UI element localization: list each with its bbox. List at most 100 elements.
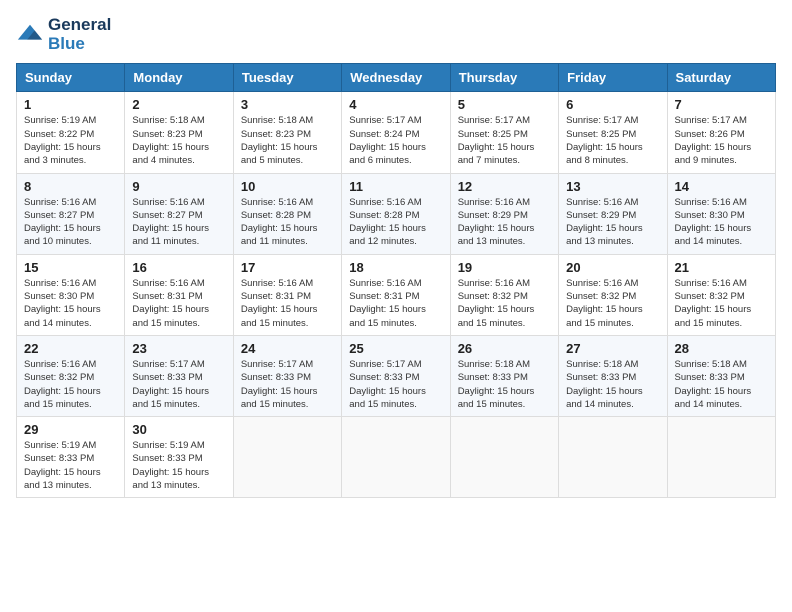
calendar-cell: 8 Sunrise: 5:16 AM Sunset: 8:27 PM Dayli… xyxy=(17,173,125,254)
day-number: 27 xyxy=(566,341,659,356)
calendar-cell xyxy=(559,417,667,498)
day-info: Sunrise: 5:16 AM Sunset: 8:32 PM Dayligh… xyxy=(675,277,768,330)
calendar-cell: 6 Sunrise: 5:17 AM Sunset: 8:25 PM Dayli… xyxy=(559,92,667,173)
calendar-cell: 5 Sunrise: 5:17 AM Sunset: 8:25 PM Dayli… xyxy=(450,92,558,173)
day-info: Sunrise: 5:19 AM Sunset: 8:33 PM Dayligh… xyxy=(132,439,225,492)
calendar-cell xyxy=(233,417,341,498)
day-number: 16 xyxy=(132,260,225,275)
day-info: Sunrise: 5:16 AM Sunset: 8:28 PM Dayligh… xyxy=(349,196,442,249)
day-number: 10 xyxy=(241,179,334,194)
calendar-cell: 17 Sunrise: 5:16 AM Sunset: 8:31 PM Dayl… xyxy=(233,254,341,335)
day-number: 25 xyxy=(349,341,442,356)
day-info: Sunrise: 5:18 AM Sunset: 8:33 PM Dayligh… xyxy=(566,358,659,411)
calendar-cell: 1 Sunrise: 5:19 AM Sunset: 8:22 PM Dayli… xyxy=(17,92,125,173)
logo-text: General Blue xyxy=(48,16,111,53)
day-info: Sunrise: 5:16 AM Sunset: 8:28 PM Dayligh… xyxy=(241,196,334,249)
day-info: Sunrise: 5:18 AM Sunset: 8:23 PM Dayligh… xyxy=(241,114,334,167)
calendar-cell: 11 Sunrise: 5:16 AM Sunset: 8:28 PM Dayl… xyxy=(342,173,450,254)
day-number: 15 xyxy=(24,260,117,275)
calendar-cell: 26 Sunrise: 5:18 AM Sunset: 8:33 PM Dayl… xyxy=(450,335,558,416)
calendar-cell: 14 Sunrise: 5:16 AM Sunset: 8:30 PM Dayl… xyxy=(667,173,775,254)
calendar-cell: 27 Sunrise: 5:18 AM Sunset: 8:33 PM Dayl… xyxy=(559,335,667,416)
calendar-cell xyxy=(450,417,558,498)
calendar-cell: 4 Sunrise: 5:17 AM Sunset: 8:24 PM Dayli… xyxy=(342,92,450,173)
day-info: Sunrise: 5:19 AM Sunset: 8:22 PM Dayligh… xyxy=(24,114,117,167)
day-number: 7 xyxy=(675,97,768,112)
day-info: Sunrise: 5:16 AM Sunset: 8:32 PM Dayligh… xyxy=(566,277,659,330)
day-info: Sunrise: 5:17 AM Sunset: 8:24 PM Dayligh… xyxy=(349,114,442,167)
calendar-cell: 12 Sunrise: 5:16 AM Sunset: 8:29 PM Dayl… xyxy=(450,173,558,254)
calendar-table: SundayMondayTuesdayWednesdayThursdayFrid… xyxy=(16,63,776,498)
calendar-cell: 3 Sunrise: 5:18 AM Sunset: 8:23 PM Dayli… xyxy=(233,92,341,173)
day-info: Sunrise: 5:18 AM Sunset: 8:33 PM Dayligh… xyxy=(675,358,768,411)
day-info: Sunrise: 5:18 AM Sunset: 8:23 PM Dayligh… xyxy=(132,114,225,167)
day-number: 2 xyxy=(132,97,225,112)
day-number: 30 xyxy=(132,422,225,437)
weekday-header-saturday: Saturday xyxy=(667,64,775,92)
calendar-cell: 16 Sunrise: 5:16 AM Sunset: 8:31 PM Dayl… xyxy=(125,254,233,335)
day-number: 17 xyxy=(241,260,334,275)
day-number: 8 xyxy=(24,179,117,194)
day-info: Sunrise: 5:17 AM Sunset: 8:26 PM Dayligh… xyxy=(675,114,768,167)
weekday-header-thursday: Thursday xyxy=(450,64,558,92)
calendar-week-3: 15 Sunrise: 5:16 AM Sunset: 8:30 PM Dayl… xyxy=(17,254,776,335)
calendar-header-row: SundayMondayTuesdayWednesdayThursdayFrid… xyxy=(17,64,776,92)
day-number: 1 xyxy=(24,97,117,112)
calendar-cell: 7 Sunrise: 5:17 AM Sunset: 8:26 PM Dayli… xyxy=(667,92,775,173)
day-info: Sunrise: 5:16 AM Sunset: 8:29 PM Dayligh… xyxy=(458,196,551,249)
day-number: 3 xyxy=(241,97,334,112)
day-number: 19 xyxy=(458,260,551,275)
calendar-week-4: 22 Sunrise: 5:16 AM Sunset: 8:32 PM Dayl… xyxy=(17,335,776,416)
calendar-cell: 13 Sunrise: 5:16 AM Sunset: 8:29 PM Dayl… xyxy=(559,173,667,254)
calendar-cell: 29 Sunrise: 5:19 AM Sunset: 8:33 PM Dayl… xyxy=(17,417,125,498)
day-info: Sunrise: 5:17 AM Sunset: 8:33 PM Dayligh… xyxy=(132,358,225,411)
day-info: Sunrise: 5:16 AM Sunset: 8:31 PM Dayligh… xyxy=(132,277,225,330)
day-info: Sunrise: 5:16 AM Sunset: 8:27 PM Dayligh… xyxy=(24,196,117,249)
day-number: 9 xyxy=(132,179,225,194)
page-header: General Blue xyxy=(16,16,776,53)
day-info: Sunrise: 5:16 AM Sunset: 8:27 PM Dayligh… xyxy=(132,196,225,249)
weekday-header-friday: Friday xyxy=(559,64,667,92)
day-number: 14 xyxy=(675,179,768,194)
calendar-cell: 28 Sunrise: 5:18 AM Sunset: 8:33 PM Dayl… xyxy=(667,335,775,416)
day-info: Sunrise: 5:16 AM Sunset: 8:32 PM Dayligh… xyxy=(458,277,551,330)
calendar-week-5: 29 Sunrise: 5:19 AM Sunset: 8:33 PM Dayl… xyxy=(17,417,776,498)
weekday-header-sunday: Sunday xyxy=(17,64,125,92)
day-info: Sunrise: 5:19 AM Sunset: 8:33 PM Dayligh… xyxy=(24,439,117,492)
day-info: Sunrise: 5:16 AM Sunset: 8:29 PM Dayligh… xyxy=(566,196,659,249)
day-number: 4 xyxy=(349,97,442,112)
day-number: 23 xyxy=(132,341,225,356)
day-info: Sunrise: 5:17 AM Sunset: 8:25 PM Dayligh… xyxy=(566,114,659,167)
calendar-cell: 22 Sunrise: 5:16 AM Sunset: 8:32 PM Dayl… xyxy=(17,335,125,416)
weekday-header-tuesday: Tuesday xyxy=(233,64,341,92)
logo: General Blue xyxy=(16,16,111,53)
logo-icon xyxy=(16,21,44,49)
calendar-cell xyxy=(667,417,775,498)
calendar-cell: 25 Sunrise: 5:17 AM Sunset: 8:33 PM Dayl… xyxy=(342,335,450,416)
day-info: Sunrise: 5:16 AM Sunset: 8:32 PM Dayligh… xyxy=(24,358,117,411)
day-info: Sunrise: 5:16 AM Sunset: 8:31 PM Dayligh… xyxy=(241,277,334,330)
calendar-cell: 2 Sunrise: 5:18 AM Sunset: 8:23 PM Dayli… xyxy=(125,92,233,173)
calendar-cell: 30 Sunrise: 5:19 AM Sunset: 8:33 PM Dayl… xyxy=(125,417,233,498)
day-info: Sunrise: 5:17 AM Sunset: 8:33 PM Dayligh… xyxy=(349,358,442,411)
day-number: 26 xyxy=(458,341,551,356)
day-number: 11 xyxy=(349,179,442,194)
calendar-week-2: 8 Sunrise: 5:16 AM Sunset: 8:27 PM Dayli… xyxy=(17,173,776,254)
day-number: 20 xyxy=(566,260,659,275)
calendar-cell: 24 Sunrise: 5:17 AM Sunset: 8:33 PM Dayl… xyxy=(233,335,341,416)
day-number: 24 xyxy=(241,341,334,356)
day-number: 5 xyxy=(458,97,551,112)
weekday-header-monday: Monday xyxy=(125,64,233,92)
calendar-cell: 23 Sunrise: 5:17 AM Sunset: 8:33 PM Dayl… xyxy=(125,335,233,416)
calendar-cell: 15 Sunrise: 5:16 AM Sunset: 8:30 PM Dayl… xyxy=(17,254,125,335)
calendar-week-1: 1 Sunrise: 5:19 AM Sunset: 8:22 PM Dayli… xyxy=(17,92,776,173)
day-info: Sunrise: 5:17 AM Sunset: 8:33 PM Dayligh… xyxy=(241,358,334,411)
day-info: Sunrise: 5:16 AM Sunset: 8:30 PM Dayligh… xyxy=(675,196,768,249)
day-number: 13 xyxy=(566,179,659,194)
day-number: 28 xyxy=(675,341,768,356)
day-info: Sunrise: 5:16 AM Sunset: 8:30 PM Dayligh… xyxy=(24,277,117,330)
day-number: 18 xyxy=(349,260,442,275)
calendar-cell: 10 Sunrise: 5:16 AM Sunset: 8:28 PM Dayl… xyxy=(233,173,341,254)
day-number: 6 xyxy=(566,97,659,112)
calendar-cell: 19 Sunrise: 5:16 AM Sunset: 8:32 PM Dayl… xyxy=(450,254,558,335)
